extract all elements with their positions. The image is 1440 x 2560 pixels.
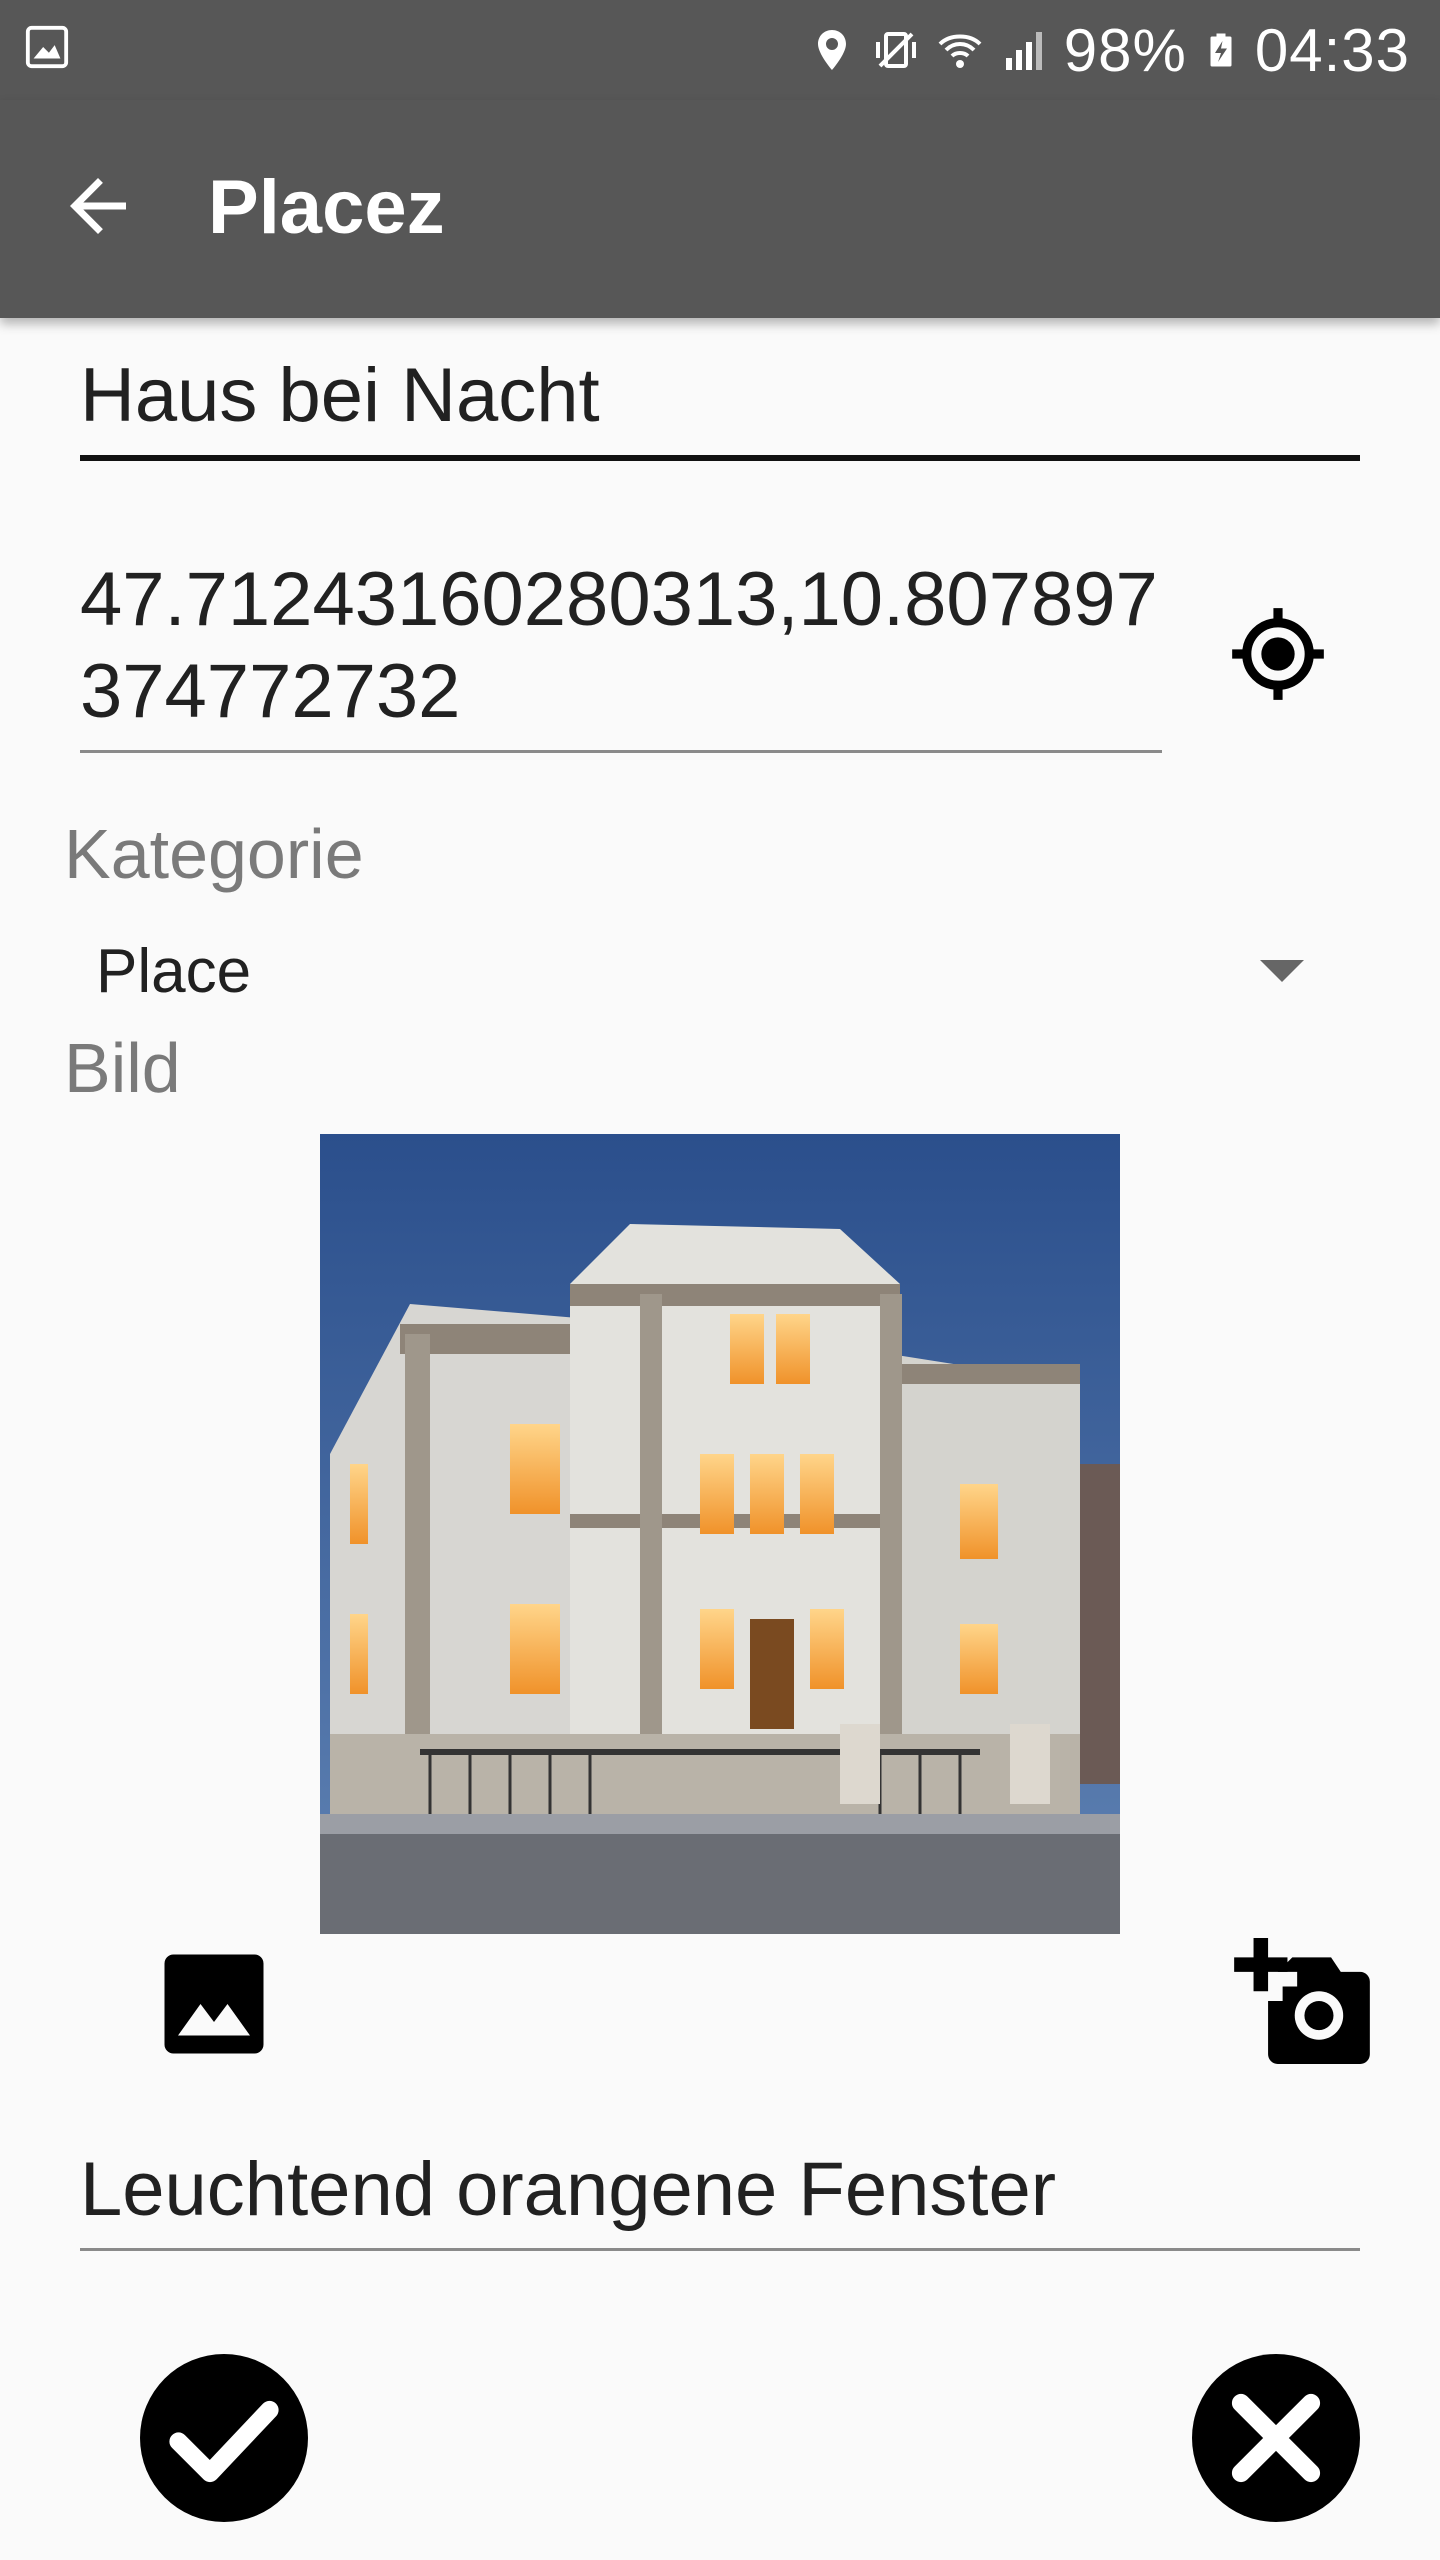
- image-label: Bild: [64, 1029, 181, 1107]
- cell-signal-icon: [1005, 32, 1042, 70]
- category-selected-value: Place: [96, 937, 252, 1006]
- coordinates-input[interactable]: 47.71243160280313,10.807897374772732: [80, 554, 1160, 738]
- checkmark-circle-icon[interactable]: [140, 2354, 308, 2522]
- add-camera-icon[interactable]: [1232, 1938, 1372, 2064]
- status-bar: 98% 04:33: [0, 0, 1440, 100]
- place-name-underline: [80, 455, 1360, 461]
- house-photo-image: [320, 1134, 1120, 1934]
- coordinates-underline: [80, 750, 1162, 753]
- image-description-underline: [80, 2248, 1360, 2251]
- arrow-back-icon[interactable]: [56, 164, 140, 248]
- gallery-image-icon[interactable]: [160, 1950, 268, 2058]
- gps-target-icon[interactable]: [1228, 604, 1328, 704]
- wifi-icon: [938, 34, 982, 68]
- close-circle-icon[interactable]: [1192, 2354, 1360, 2522]
- dropdown-arrow-icon: [1260, 960, 1304, 982]
- location-pin-icon: [817, 30, 846, 70]
- image-icon: [25, 25, 69, 69]
- vibrate-mute-icon: [875, 32, 916, 68]
- image-description-input[interactable]: Leuchtend orangene Fenster: [80, 2144, 1360, 2236]
- app-bar: Placez: [0, 100, 1440, 318]
- app-title: Placez: [208, 165, 445, 250]
- place-photo: [320, 1134, 1120, 1934]
- clock: 04:33: [1254, 16, 1410, 84]
- category-label: Kategorie: [64, 815, 364, 893]
- category-dropdown[interactable]: Place: [64, 920, 1324, 1020]
- screen: 98% 04:33 Placez Haus bei Nacht 47.71243…: [0, 0, 1440, 2560]
- battery-percent: 98%: [1063, 16, 1187, 84]
- battery-charging-icon: [1210, 33, 1232, 67]
- place-name-input[interactable]: Haus bei Nacht: [80, 350, 1360, 442]
